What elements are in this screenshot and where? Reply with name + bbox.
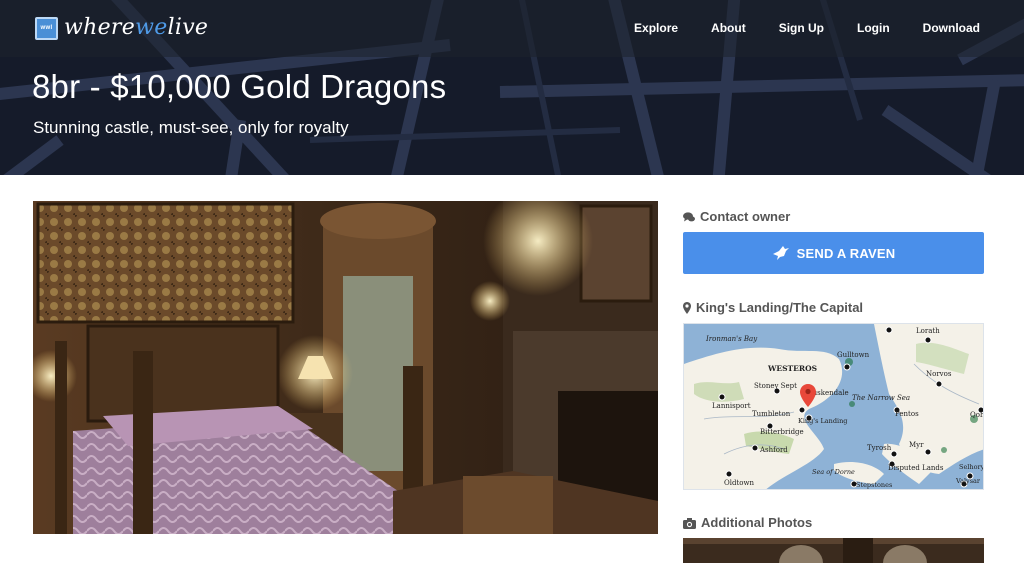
- main-nav: Explore About Sign Up Login Download: [601, 20, 980, 36]
- send-raven-label: SEND A RAVEN: [796, 245, 896, 261]
- location-heading: King's Landing/The Capital: [683, 300, 863, 316]
- brand-wordmark: wherewelive: [64, 15, 208, 41]
- contact-owner-heading: Contact owner: [683, 209, 790, 225]
- hero-banner: wwl wherewelive Explore About Sign Up Lo…: [0, 0, 1024, 175]
- bird-icon: [772, 245, 790, 261]
- map-label-disputed-lands: Disputed Lands: [888, 464, 944, 472]
- map-label-lorath: Lorath: [916, 327, 940, 335]
- brand-accent: we: [135, 15, 168, 40]
- brand-logo[interactable]: wwl wherewelive: [35, 15, 208, 41]
- brand-suffix: live: [167, 15, 209, 40]
- map-label-tumbleton: Tumbleton: [752, 410, 791, 418]
- map-label-stoney-sept: Stoney Sept: [754, 382, 797, 390]
- additional-photos-heading: Additional Photos: [683, 515, 812, 531]
- map-label-gulltown: Gulltown: [837, 351, 870, 359]
- map-label-kings-landing: King's Landing: [798, 417, 847, 425]
- map-label-bitterbridge: Bitterbridge: [760, 428, 804, 436]
- nav-explore[interactable]: Explore: [634, 20, 678, 36]
- map-label-sea-of-dorne: Sea of Dorne: [812, 468, 855, 476]
- contact-owner-label: Contact owner: [700, 209, 791, 224]
- map-label-ashford: Ashford: [759, 446, 788, 454]
- map-label-norvos: Norvos: [926, 370, 952, 378]
- additional-photo-illustration: [683, 538, 984, 563]
- map-label-oldtown: Oldtown: [724, 479, 754, 487]
- map-label-narrow-sea: The Narrow Sea: [852, 394, 910, 402]
- map-label-tyrosh: Tyrosh: [867, 444, 892, 452]
- map-label-pentos: Pentos: [895, 410, 919, 418]
- map-label-selhorys: Selhorys: [959, 463, 984, 471]
- top-navigation-bar: wwl wherewelive Explore About Sign Up Lo…: [0, 0, 1024, 57]
- location-map[interactable]: Ironman's Bay WESTEROS Lorath Gulltown N…: [683, 323, 984, 490]
- map-label-valysar: Valysar: [955, 477, 981, 485]
- map-label-ironmans-bay: Ironman's Bay: [705, 335, 758, 343]
- bedroom-photo-illustration: [33, 201, 658, 534]
- house-logo-icon: wwl: [35, 16, 58, 40]
- nav-download[interactable]: Download: [923, 20, 980, 36]
- map-label-myr: Myr: [909, 441, 924, 449]
- send-raven-button[interactable]: SEND A RAVEN: [683, 232, 984, 274]
- map-label-stepstones: Stepstones: [856, 481, 892, 489]
- listing-main-photo[interactable]: [33, 201, 658, 534]
- additional-photos-label: Additional Photos: [701, 515, 813, 530]
- location-label: King's Landing/The Capital: [696, 300, 864, 315]
- map-pin-icon: [683, 302, 691, 314]
- brand-prefix: where: [64, 15, 136, 40]
- map-label-westeros: WESTEROS: [767, 364, 817, 373]
- listing-title: 8br - $10,000 Gold Dragons: [32, 68, 447, 105]
- nav-login[interactable]: Login: [857, 20, 890, 36]
- listing-subtitle: Stunning castle, must-see, only for roya…: [33, 118, 349, 137]
- additional-photo-thumbnail[interactable]: [683, 538, 984, 563]
- nav-sign-up[interactable]: Sign Up: [779, 20, 824, 36]
- nav-about[interactable]: About: [711, 20, 746, 36]
- map-label-lannisport: Lannisport: [712, 402, 751, 410]
- camera-icon: [683, 517, 696, 529]
- chat-bubbles-icon: [683, 211, 695, 223]
- map-label-qohor: Qohor: [970, 411, 984, 419]
